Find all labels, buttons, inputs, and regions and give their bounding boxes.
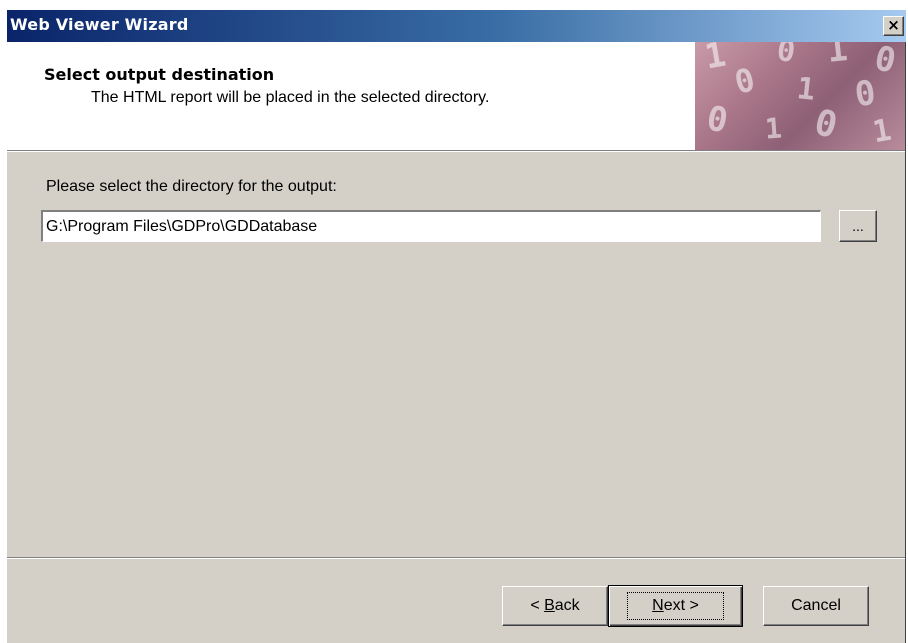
title-bar[interactable]: Web Viewer Wizard × [7,10,906,42]
back-button-mnemonic: B [544,597,555,614]
next-button[interactable]: Next > [608,585,743,627]
next-button-mnemonic: N [652,597,664,614]
page-title: Select output destination [44,65,275,84]
browse-button[interactable]: ... [839,210,877,242]
back-button-prefix: < [530,597,545,614]
close-icon: × [887,16,900,34]
close-button[interactable]: × [883,16,904,36]
next-button-label: ext > [663,597,699,614]
binary-digits-banner-icon: 1 0 1 0 0 1 0 0 1 0 1 [695,42,905,150]
footer-divider [7,557,905,559]
back-button-label: ack [554,597,580,614]
cancel-button[interactable]: Cancel [763,586,869,626]
output-directory-input[interactable] [41,210,821,242]
next-button-focus-rect: Next > [627,592,724,620]
page-subtitle: The HTML report will be placed in the se… [91,89,490,106]
wizard-dialog: Web Viewer Wizard × Select output destin… [7,10,906,643]
directory-prompt-label: Please select the directory for the outp… [46,178,337,195]
header-divider [7,150,905,152]
window-title: Web Viewer Wizard [10,15,189,34]
wizard-header: Select output destination The HTML repor… [7,42,905,150]
back-button[interactable]: < Back [502,586,608,626]
